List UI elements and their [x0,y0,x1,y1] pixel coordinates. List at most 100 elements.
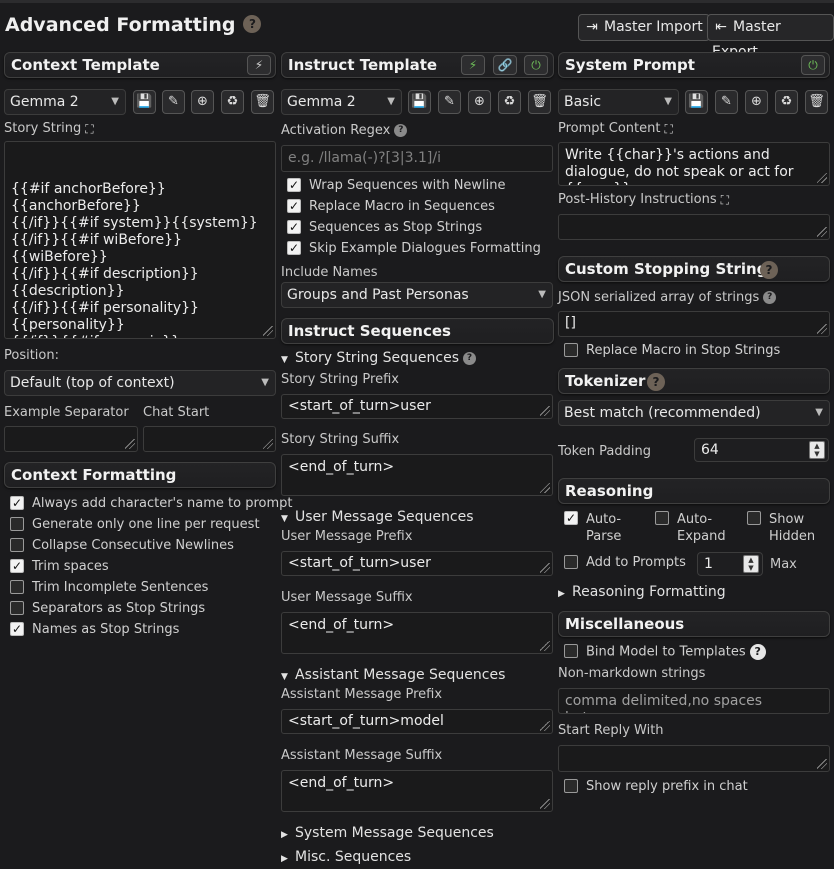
delete-icon[interactable]: 🗑 [528,90,551,114]
position-select[interactable]: Default (top of context) ▼ [4,370,276,396]
resize-handle[interactable] [817,227,827,237]
power-icon[interactable]: ⏻ [524,55,548,75]
restore-icon[interactable]: ♻ [221,90,244,114]
story-string-sequences-toggle[interactable]: ▼ Story String Sequences? [281,350,477,366]
expand-icon[interactable]: ⛶ [721,194,733,206]
spinner-icon[interactable]: ▲ ▼ [809,441,825,459]
resize-handle[interactable] [263,439,273,449]
resize-handle[interactable] [263,326,273,336]
new-preset-icon[interactable]: ⊕ [468,90,491,114]
instruct-option-checkbox[interactable]: ✓ Sequences as Stop Strings [287,219,482,238]
help-icon[interactable]: ? [243,14,262,33]
delete-icon[interactable]: 🗑 [251,90,274,114]
rename-icon[interactable]: ✎ [715,90,738,114]
help-icon[interactable]: ? [394,124,408,137]
instruct-option-checkbox[interactable]: ✓ Replace Macro in Sequences [287,198,495,217]
link-icon[interactable]: 🔗 [493,55,517,75]
auto-expand-checkbox[interactable]: Auto-Expand [655,510,729,544]
reasoning-max-input[interactable]: 1 ▲ ▼ [697,552,763,576]
user-prefix-input[interactable]: <start_of_turn>user [281,551,553,576]
misc-sequences-toggle[interactable]: ▶ Misc. Sequences [281,849,411,865]
context-option-checkbox[interactable]: Collapse Consecutive Newlines [10,537,234,556]
max-label: Max [770,557,797,572]
replace-macro-stop-checkbox[interactable]: Replace Macro in Stop Strings [564,342,780,361]
help-icon[interactable]: ? [749,644,766,660]
context-preset-select[interactable]: Gemma 2 ▼ [4,89,126,115]
bolt-icon[interactable]: ⚡ [247,55,271,75]
resize-handle[interactable] [817,759,827,769]
start-reply-input[interactable] [558,745,830,772]
help-icon[interactable]: ? [760,261,778,279]
assistant-prefix-input[interactable]: <start_of_turn>model [281,709,553,734]
resize-handle[interactable] [540,483,550,493]
token-padding-input[interactable]: 64 ▲ ▼ [694,438,829,462]
context-option-checkbox[interactable]: Separators as Stop Strings [10,600,205,619]
resize-handle[interactable] [540,563,550,573]
reasoning-section: Reasoning [558,478,830,504]
context-option-checkbox[interactable]: Generate only one line per request [10,516,260,535]
checkbox-icon: ✓ [564,510,578,525]
resize-handle[interactable] [540,641,550,651]
help-icon[interactable]: ? [647,373,665,391]
prompt-content-textarea[interactable]: Write {{char}}'s actions and dialogue, d… [558,142,830,186]
show-reply-prefix-checkbox[interactable]: Show reply prefix in chat [564,778,748,797]
resize-handle[interactable] [817,324,827,334]
expand-icon[interactable]: ⛶ [664,123,676,135]
triangle-down-icon: ▼ [281,355,288,365]
system-message-sequences-toggle[interactable]: ▶ System Message Sequences [281,825,494,841]
json-stop-strings-input[interactable]: [] [558,311,830,337]
reasoning-formatting-toggle[interactable]: ▶ Reasoning Formatting [558,584,726,600]
new-preset-icon[interactable]: ⊕ [191,90,214,114]
instruct-option-checkbox[interactable]: ✓ Skip Example Dialogues Formatting [287,240,541,259]
power-icon[interactable]: ⏻ [801,55,825,75]
story-string-line: {{#if anchorBefore}}{{anchorBefore}} [11,181,166,214]
help-icon[interactable]: ? [463,351,477,365]
include-names-select[interactable]: Groups and Past Personas ▼ [281,282,553,308]
story-string-prefix-input[interactable]: <start_of_turn>user [281,394,553,419]
bind-model-checkbox[interactable]: Bind Model to Templates ? [564,644,766,662]
delete-icon[interactable]: 🗑 [805,90,828,114]
resize-handle[interactable] [125,439,135,449]
master-import-button[interactable]: ⇥ Master Import [578,14,710,41]
spinner-icon[interactable]: ▲ ▼ [743,555,759,573]
save-icon[interactable]: 💾 [408,90,431,114]
context-option-checkbox[interactable]: ✓ Trim spaces [10,558,109,577]
activation-regex-input[interactable]: e.g. /llama(-)?[3|3.1]/i [281,145,553,172]
instruct-option-checkbox[interactable]: ✓ Wrap Sequences with Newline [287,177,506,196]
context-option-checkbox[interactable]: Trim Incomplete Sentences [10,579,208,598]
master-export-button[interactable]: ⇤Master Export [707,14,834,60]
expand-icon[interactable]: ⛶ [85,123,97,135]
resize-handle[interactable] [540,721,550,731]
new-preset-icon[interactable]: ⊕ [745,90,768,114]
context-option-checkbox[interactable]: ✓ Names as Stop Strings [10,621,179,640]
post-history-input[interactable] [558,214,830,240]
bolt-icon[interactable]: ⚡ [461,55,485,75]
restore-icon[interactable]: ♻ [498,90,521,114]
auto-parse-checkbox[interactable]: ✓ Auto-Parse [564,510,634,544]
help-icon[interactable]: ? [763,291,777,304]
save-icon[interactable]: 💾 [685,90,708,114]
rename-icon[interactable]: ✎ [438,90,461,114]
chat-start-input[interactable] [143,426,276,452]
show-hidden-checkbox[interactable]: Show Hidden [747,510,821,544]
system-prompt-preset-select[interactable]: Basic ▼ [558,89,679,115]
user-suffix-input[interactable]: <end_of_turn> [281,612,553,654]
resize-handle[interactable] [540,799,550,809]
save-icon[interactable]: 💾 [133,90,156,114]
story-string-textarea[interactable]: {{#if anchorBefore}}{{anchorBefore}} {{/i… [4,141,276,339]
resize-handle[interactable] [540,406,550,416]
context-option-checkbox[interactable]: ✓ Always add character's name to prompt [10,495,293,514]
user-message-sequences-toggle[interactable]: ▼ User Message Sequences [281,509,474,525]
non-markdown-input[interactable]: comma delimited,no spaces between [558,688,830,714]
add-to-prompts-checkbox[interactable]: Add to Prompts [564,554,686,573]
resize-handle[interactable] [817,173,827,183]
rename-icon[interactable]: ✎ [162,90,185,114]
story-string-suffix-input[interactable]: <end_of_turn> [281,454,553,496]
tokenizer-select[interactable]: Best match (recommended) ▼ [558,400,830,426]
instruct-preset-select[interactable]: Gemma 2 ▼ [281,89,402,115]
assistant-message-sequences-toggle[interactable]: ▼ Assistant Message Sequences [281,667,505,683]
restore-icon[interactable]: ♻ [775,90,798,114]
assistant-prefix-label: Assistant Message Prefix [281,687,443,702]
example-separator-input[interactable] [4,426,138,452]
assistant-suffix-input[interactable]: <end_of_turn> [281,770,553,812]
